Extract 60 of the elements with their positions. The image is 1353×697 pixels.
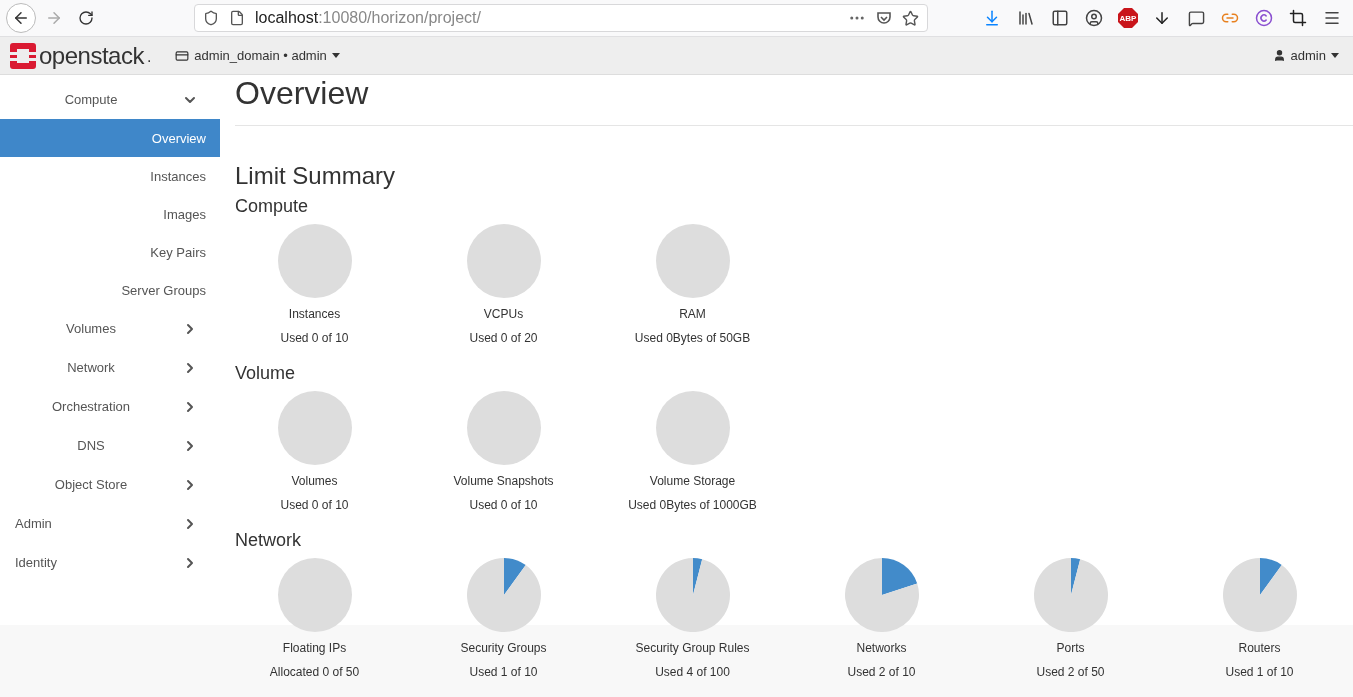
logo-dot: .	[146, 47, 152, 66]
quota-usage: Used 0 of 10	[469, 498, 538, 512]
quota-usage: Used 0 of 10	[280, 331, 349, 345]
sidebar-panel[interactable]: DNS	[0, 426, 220, 465]
sidebar-panel[interactable]: Network	[0, 348, 220, 387]
subsection-heading: Compute	[235, 196, 310, 216]
star-icon[interactable]	[902, 9, 919, 27]
section-heading: Limit Summary	[235, 162, 397, 190]
shield-icon	[203, 10, 219, 26]
quota-usage: Used 0Bytes of 50GB	[634, 331, 751, 345]
logo-text: openstack	[39, 41, 144, 70]
quota-name: Networks	[856, 641, 907, 655]
caret-icon	[331, 53, 340, 58]
sidebar-dashboard[interactable]: Admin	[0, 504, 220, 543]
quota-name: VCPUs	[483, 307, 524, 321]
user-dropdown[interactable]: admin	[1272, 48, 1339, 63]
sidebar-item[interactable]: Images	[0, 195, 220, 233]
quota-name: Volumes	[291, 474, 338, 488]
url-text: localhost:10080/horizon/project/	[255, 9, 482, 27]
quota-name: Floating IPs	[282, 641, 347, 655]
sidebar-panel[interactable]: Orchestration	[0, 387, 220, 426]
forward-arrow-icon	[45, 9, 63, 27]
quota-usage: Used 1 of 10	[469, 665, 538, 679]
quota-usage: Used 0Bytes of 1000GB	[628, 498, 757, 512]
sidebar-panel[interactable]: Object Store	[0, 465, 220, 504]
sidebar-item[interactable]: Server Groups	[0, 271, 220, 309]
quota-name: Instances	[288, 307, 341, 321]
reload-icon	[78, 10, 94, 26]
sidebar-dashboard[interactable]: Identity	[0, 543, 220, 582]
sidebar-item[interactable]: Overview	[0, 119, 220, 157]
quota-usage: Used 2 of 50	[1036, 665, 1105, 679]
quota-name: Volume Storage	[649, 474, 736, 488]
sidebar-item[interactable]: Key Pairs	[0, 233, 220, 271]
quota-name: Volume Snapshots	[453, 474, 554, 488]
subsection-heading: Network	[235, 530, 302, 550]
quota-usage: Used 2 of 10	[847, 665, 916, 679]
subsection-heading: Volume	[235, 363, 297, 383]
quota-name: Routers	[1238, 641, 1281, 655]
page-title: Overview	[235, 75, 1353, 126]
caret-icon	[1331, 53, 1339, 58]
card-icon	[175, 48, 190, 63]
quota-name: Security Group Rules	[635, 641, 750, 655]
quota-name: Ports	[1056, 641, 1085, 655]
back-button[interactable]	[6, 3, 36, 33]
adblock-button[interactable]: ABP	[1113, 3, 1143, 33]
page-icon	[229, 10, 245, 26]
quota-usage: Used 0 of 20	[469, 331, 538, 345]
project-dropdown[interactable]: admin_domain • admin	[175, 48, 340, 63]
user-icon	[1272, 49, 1286, 62]
address-bar[interactable]: localhost:10080/horizon/project/	[194, 4, 928, 32]
quota-usage: Used 0 of 10	[280, 498, 349, 512]
quota-usage: Allocated 0 of 50	[269, 665, 360, 679]
sidebar-item[interactable]: Instances	[0, 157, 220, 195]
sidebar-panel[interactable]: Compute	[0, 80, 220, 119]
quota-usage: Used 4 of 100	[655, 665, 730, 679]
sidebar-panel[interactable]: Volumes	[0, 309, 220, 348]
quota-name: Security Groups	[460, 641, 547, 655]
quota-usage: Used 1 of 10	[1225, 665, 1294, 679]
quota-name: RAM	[679, 307, 706, 321]
logo-icon	[10, 42, 36, 69]
